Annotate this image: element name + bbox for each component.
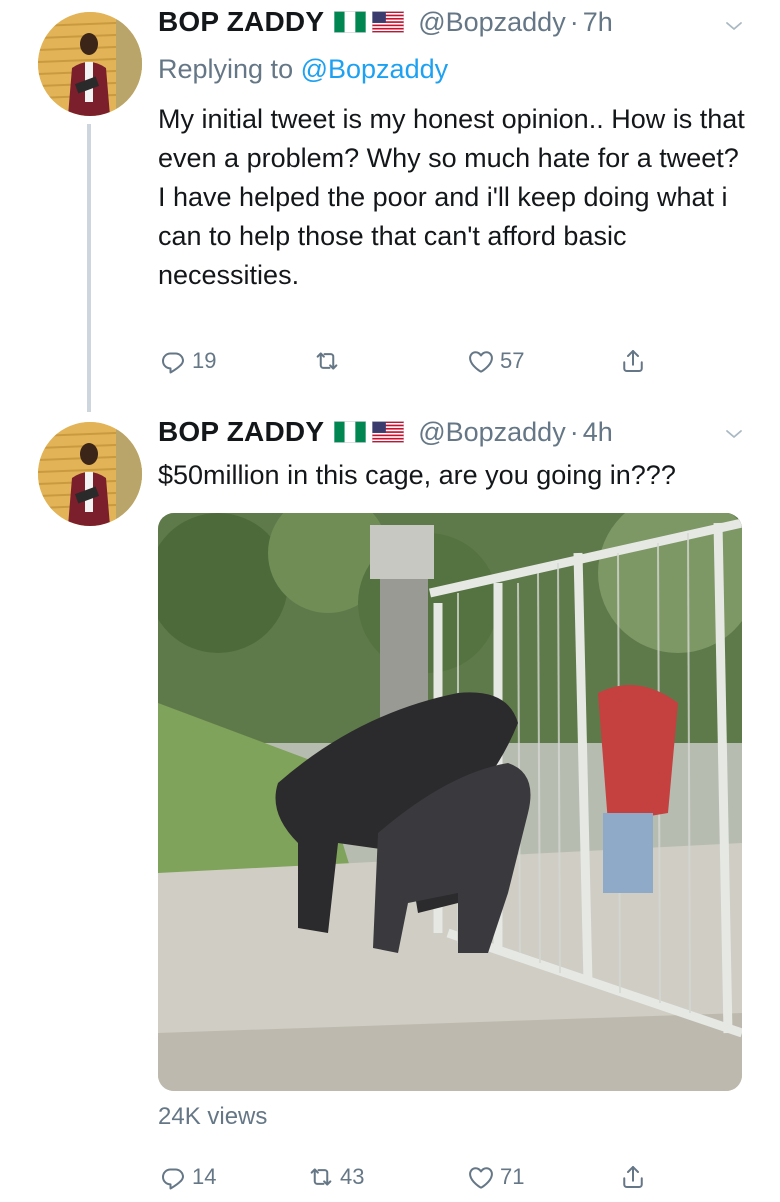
share-button[interactable] — [618, 1162, 648, 1192]
avatar[interactable] — [38, 422, 142, 526]
display-name[interactable]: BOP ZADDY — [158, 416, 324, 448]
reply-icon — [158, 346, 188, 376]
replying-to-label: Replying to — [158, 54, 294, 84]
replying-to: Replying to @Bopzaddy — [158, 54, 448, 85]
like-button[interactable]: 71 — [466, 1162, 524, 1192]
retweet-button[interactable]: 43 — [306, 1162, 364, 1192]
retweet-count: 43 — [340, 1164, 365, 1189]
user-handle[interactable]: @Bopzaddy — [418, 7, 566, 38]
like-button[interactable]: 57 — [466, 346, 524, 376]
share-button[interactable] — [618, 346, 648, 376]
tweet-reply[interactable]: BOP ZADDY @Bopzaddy · 7h Replying to @Bo… — [0, 0, 780, 412]
action-bar: 14 43 71 — [158, 1162, 658, 1202]
reply-button[interactable]: 14 — [158, 1162, 216, 1192]
chevron-down-icon[interactable] — [722, 422, 746, 446]
reply-count: 14 — [192, 1164, 217, 1189]
share-icon — [618, 346, 648, 376]
like-count: 57 — [500, 348, 525, 373]
display-name[interactable]: BOP ZADDY — [158, 6, 324, 38]
chevron-down-icon[interactable] — [722, 14, 746, 38]
tweet-header: BOP ZADDY @Bopzaddy · 7h — [158, 6, 613, 38]
reply-icon — [158, 1162, 188, 1192]
avatar-image — [38, 422, 142, 526]
tweet-header: BOP ZADDY @Bopzaddy · 4h — [158, 416, 613, 448]
action-bar: 19 57 — [158, 346, 658, 386]
heart-icon — [466, 346, 496, 376]
retweet-icon — [312, 346, 342, 376]
heart-icon — [466, 1162, 496, 1192]
tweet-paragraph: I have helped the poor and i'll keep doi… — [158, 182, 728, 290]
separator-dot: · — [569, 6, 579, 37]
avatar-image — [38, 12, 142, 116]
usa-flag-icon — [372, 421, 404, 443]
avatar[interactable] — [38, 12, 142, 116]
nigeria-flag-icon — [334, 11, 366, 33]
timestamp[interactable]: 4h — [583, 417, 613, 448]
usa-flag-icon — [372, 11, 404, 33]
retweet-icon — [306, 1162, 336, 1192]
reply-button[interactable]: 19 — [158, 346, 216, 376]
tweet-video[interactable] — [158, 513, 742, 1091]
reply-count: 19 — [192, 348, 217, 373]
replying-to-mention[interactable]: @Bopzaddy — [301, 54, 449, 84]
thread-line — [87, 124, 91, 412]
tweet-paragraph: My initial tweet is my honest opinion.. … — [158, 104, 745, 173]
user-handle[interactable]: @Bopzaddy — [418, 417, 566, 448]
tweet-text: $50million in this cage, are you going i… — [158, 460, 676, 490]
retweet-button[interactable] — [312, 346, 346, 376]
nigeria-flag-icon — [334, 421, 366, 443]
video-views: 24K views — [158, 1103, 268, 1130]
tweet-text: My initial tweet is my honest opinion.. … — [158, 100, 748, 295]
video-frame — [158, 513, 742, 1091]
like-count: 71 — [500, 1164, 525, 1189]
share-icon — [618, 1162, 648, 1192]
separator-dot: · — [569, 416, 579, 447]
timestamp[interactable]: 7h — [583, 7, 613, 38]
